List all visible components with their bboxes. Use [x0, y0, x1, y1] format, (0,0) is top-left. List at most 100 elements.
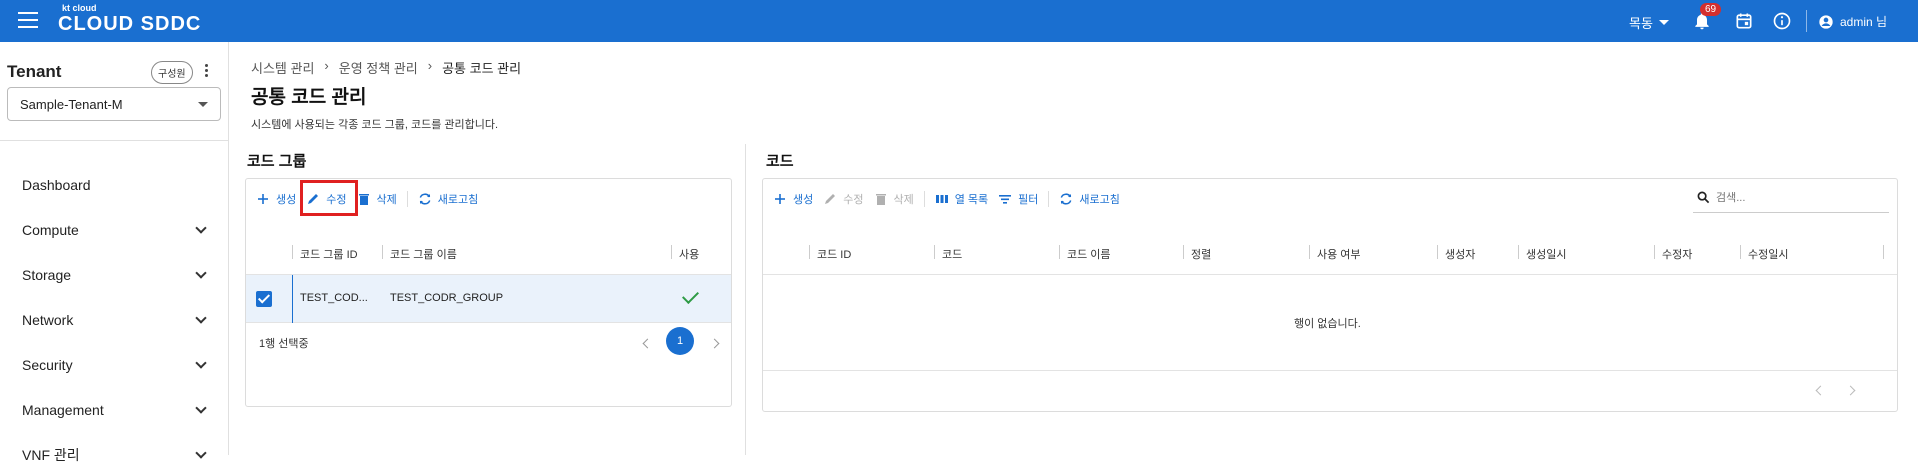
column-divider: [1518, 245, 1519, 259]
logo-small-text: kt cloud: [62, 3, 97, 13]
user-menu[interactable]: admin 님: [1818, 13, 1887, 30]
delete-icon: [358, 194, 369, 205]
column-divider: [1883, 245, 1884, 259]
calendar-icon[interactable]: [1734, 11, 1754, 31]
section-divider: [745, 144, 746, 455]
create-button-label: 생성: [276, 194, 297, 206]
page-number-button[interactable]: 1: [666, 327, 694, 355]
column-divider: [1309, 245, 1310, 259]
chevron-down-icon: [195, 267, 207, 279]
column-header-use[interactable]: 사용 여부: [1317, 246, 1361, 262]
chevron-down-icon: [195, 312, 207, 324]
sidebar-item-label: Network: [22, 312, 74, 328]
filter-list-icon: [999, 195, 1012, 204]
site-select-value: 목동: [1629, 16, 1653, 31]
sidebar-item-vnf[interactable]: VNF 관리: [0, 435, 229, 475]
code-toolbar: 생성 수정 삭제 열 목록 필터 새로고침: [763, 179, 1120, 219]
breadcrumb: 시스템 관리 › 운영 정책 관리 › 공통 코드 관리: [251, 58, 521, 77]
column-header-modifier[interactable]: 수정자: [1662, 246, 1692, 262]
chevron-down-icon: [195, 447, 207, 459]
code-group-toolbar: 생성 수정 삭제 새로고침: [246, 179, 478, 219]
column-divider: [1437, 245, 1438, 259]
refresh-button[interactable]: 새로고침: [1059, 191, 1120, 207]
filter-button-label: 필터: [1018, 194, 1039, 206]
breadcrumb-current: 공통 코드 관리: [442, 61, 522, 76]
breadcrumb-item[interactable]: 운영 정책 관리: [339, 58, 418, 77]
toolbar-divider: [406, 191, 408, 207]
search-field[interactable]: [1693, 183, 1889, 213]
sidebar-item-label: Management: [22, 402, 104, 418]
column-divider: [1183, 245, 1184, 259]
search-input[interactable]: [1716, 191, 1876, 204]
caret-down-icon: [198, 102, 208, 107]
members-button[interactable]: 구성원: [151, 61, 193, 84]
column-divider: [1654, 245, 1655, 259]
cell-code-group-id: TEST_COD...: [300, 292, 368, 304]
next-page-icon[interactable]: [1845, 385, 1856, 396]
menu-icon[interactable]: [18, 12, 38, 30]
column-header-code-name[interactable]: 코드 이름: [1067, 246, 1111, 262]
site-select[interactable]: 목동: [1629, 13, 1669, 32]
row-checkbox[interactable]: [256, 291, 272, 307]
refresh-icon: [1061, 193, 1072, 205]
delete-button[interactable]: 삭제: [874, 191, 914, 207]
prev-page-icon[interactable]: [1815, 385, 1826, 396]
edit-button[interactable]: 수정: [823, 191, 864, 207]
sidebar-item-storage[interactable]: Storage: [0, 255, 229, 295]
create-button[interactable]: 생성: [256, 191, 296, 207]
empty-rows-message: 행이 없습니다.: [1294, 318, 1361, 330]
column-divider: [292, 245, 293, 259]
delete-button-label: 삭제: [376, 194, 397, 206]
column-header-code[interactable]: 코드: [942, 246, 962, 262]
code-title: 코드: [766, 153, 794, 170]
sidebar-item-dashboard[interactable]: Dashboard: [0, 165, 229, 205]
logo-text: CLOUD SDDC: [58, 13, 202, 35]
tenant-select-value: Sample-Tenant-M: [20, 97, 123, 112]
sidebar-item-management[interactable]: Management: [0, 390, 229, 430]
edit-button-highlight: [300, 180, 358, 216]
sidebar: Tenant 구성원 Sample-Tenant-M Dashboard Com…: [0, 42, 229, 463]
chevron-right-icon: ›: [427, 58, 433, 73]
column-divider: [382, 245, 383, 259]
column-header-created-at[interactable]: 생성일시: [1526, 246, 1566, 262]
page-title: 공통 코드 관리: [251, 87, 367, 108]
create-button[interactable]: 생성: [773, 191, 813, 207]
table-row[interactable]: TEST_COD... TEST_CODR_GROUP: [246, 275, 731, 323]
logo[interactable]: kt cloud CLOUD SDDC: [58, 3, 202, 36]
tenant-select[interactable]: Sample-Tenant-M: [7, 87, 221, 121]
column-header-sort[interactable]: 정렬: [1191, 246, 1211, 262]
chevron-down-icon: [195, 222, 207, 234]
edit-button-label: 수정: [843, 194, 864, 206]
column-header-code-id[interactable]: 코드 ID: [817, 246, 851, 262]
main-content: 시스템 관리 › 운영 정책 관리 › 공통 코드 관리 공통 코드 관리 시스…: [229, 42, 1918, 455]
sidebar-item-compute[interactable]: Compute: [0, 210, 229, 250]
column-header-modified-at[interactable]: 수정일시: [1748, 246, 1788, 262]
caret-down-icon: [1658, 20, 1669, 25]
column-header-code-group-id[interactable]: 코드 그룹 ID: [300, 246, 358, 262]
prev-page-icon[interactable]: [642, 338, 653, 349]
info-icon[interactable]: [1772, 11, 1792, 31]
delete-button[interactable]: 삭제: [357, 191, 397, 207]
more-vert-icon[interactable]: [203, 63, 209, 79]
columns-button[interactable]: 열 목록: [935, 191, 988, 207]
chevron-down-icon: [195, 357, 207, 369]
filter-button[interactable]: 필터: [998, 191, 1038, 207]
column-divider: [934, 245, 935, 259]
top-bar: kt cloud CLOUD SDDC 목동 69 admin 님: [0, 0, 1918, 42]
sidebar-item-label: Security: [22, 357, 73, 373]
sidebar-item-network[interactable]: Network: [0, 300, 229, 340]
column-header-used[interactable]: 사용: [679, 246, 699, 262]
toolbar-divider: [1048, 191, 1050, 207]
code-group-title: 코드 그룹: [247, 153, 307, 170]
column-header-code-group-name[interactable]: 코드 그룹 이름: [390, 246, 457, 262]
breadcrumb-item[interactable]: 시스템 관리: [251, 58, 314, 77]
chevron-down-icon: [195, 402, 207, 414]
toolbar-divider: [923, 191, 925, 207]
chevron-right-icon: ›: [324, 58, 329, 73]
refresh-button[interactable]: 새로고침: [418, 191, 478, 207]
column-divider: [671, 245, 672, 259]
sidebar-item-security[interactable]: Security: [0, 345, 229, 385]
sidebar-item-label: VNF 관리: [22, 447, 80, 463]
next-page-icon[interactable]: [709, 338, 720, 349]
column-header-creator[interactable]: 생성자: [1445, 246, 1475, 262]
